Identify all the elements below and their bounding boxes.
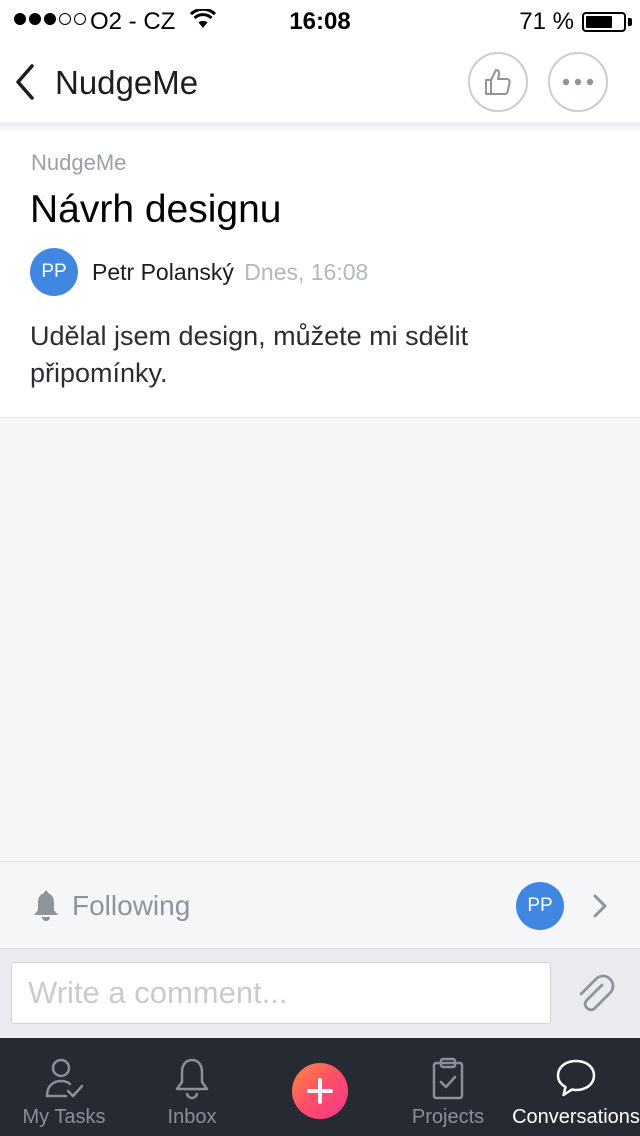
post-body: Udělal jsem design, můžete mi sdělit při… bbox=[30, 321, 469, 388]
nav-bar: NudgeMe bbox=[0, 40, 640, 126]
status-bar: O2 - CZ 16:08 71 % bbox=[0, 0, 640, 40]
battery-nub bbox=[628, 18, 632, 26]
tab-label: My Tasks bbox=[22, 1106, 106, 1128]
battery-percent: 71 % bbox=[519, 8, 574, 35]
comment-composer bbox=[0, 949, 640, 1038]
paperclip-icon bbox=[579, 974, 615, 1012]
bell-icon bbox=[173, 1054, 211, 1102]
conversation-post: NudgeMe Návrh designu PP Petr Polanský D… bbox=[0, 130, 640, 418]
more-options-button[interactable] bbox=[548, 52, 608, 112]
following-label: Following bbox=[72, 890, 191, 921]
comment-input[interactable] bbox=[11, 962, 551, 1024]
tab-add[interactable] bbox=[256, 1038, 384, 1136]
thumbs-up-icon bbox=[485, 69, 511, 95]
tab-projects[interactable]: Projects bbox=[384, 1038, 512, 1136]
author-avatar[interactable]: PP bbox=[30, 248, 78, 296]
project-name[interactable]: NudgeMe bbox=[31, 150, 126, 176]
more-horizontal-icon bbox=[562, 78, 594, 86]
bell-icon bbox=[31, 890, 61, 927]
back-button[interactable] bbox=[12, 62, 46, 102]
conversation-screen: O2 - CZ 16:08 71 % NudgeMe NudgeMe Návrh… bbox=[0, 0, 640, 1136]
tab-label: Projects bbox=[411, 1106, 485, 1128]
author-name[interactable]: Petr Polanský bbox=[92, 259, 234, 285]
chevron-left-icon bbox=[16, 64, 34, 100]
add-button[interactable] bbox=[292, 1063, 348, 1119]
post-title: Návrh designu bbox=[30, 188, 282, 231]
clipboard-check-icon bbox=[431, 1054, 465, 1102]
battery-icon bbox=[582, 12, 626, 32]
post-timestamp: Dnes, 16:08 bbox=[244, 259, 369, 285]
battery-fill bbox=[586, 16, 612, 28]
tab-my-tasks[interactable]: My Tasks bbox=[0, 1038, 128, 1136]
tab-inbox[interactable]: Inbox bbox=[128, 1038, 256, 1136]
speech-bubble-icon bbox=[554, 1054, 598, 1102]
tab-conversations[interactable]: Conversations bbox=[512, 1038, 640, 1136]
user-check-icon bbox=[44, 1054, 84, 1102]
chevron-right-icon[interactable] bbox=[592, 893, 608, 924]
like-button[interactable] bbox=[468, 52, 528, 112]
author-line: Petr Polanský Dnes, 16:08 bbox=[92, 259, 368, 286]
tab-label: Inbox bbox=[167, 1106, 217, 1128]
follower-avatar[interactable]: PP bbox=[516, 882, 564, 930]
following-bar[interactable]: Following PP bbox=[0, 861, 640, 949]
tab-label: Conversations bbox=[512, 1106, 640, 1128]
plus-icon bbox=[307, 1078, 333, 1104]
attach-button[interactable] bbox=[574, 973, 618, 1017]
tab-bar: My Tasks Inbox Projects Conversations bbox=[0, 1038, 640, 1136]
nav-title: NudgeMe bbox=[55, 64, 199, 101]
